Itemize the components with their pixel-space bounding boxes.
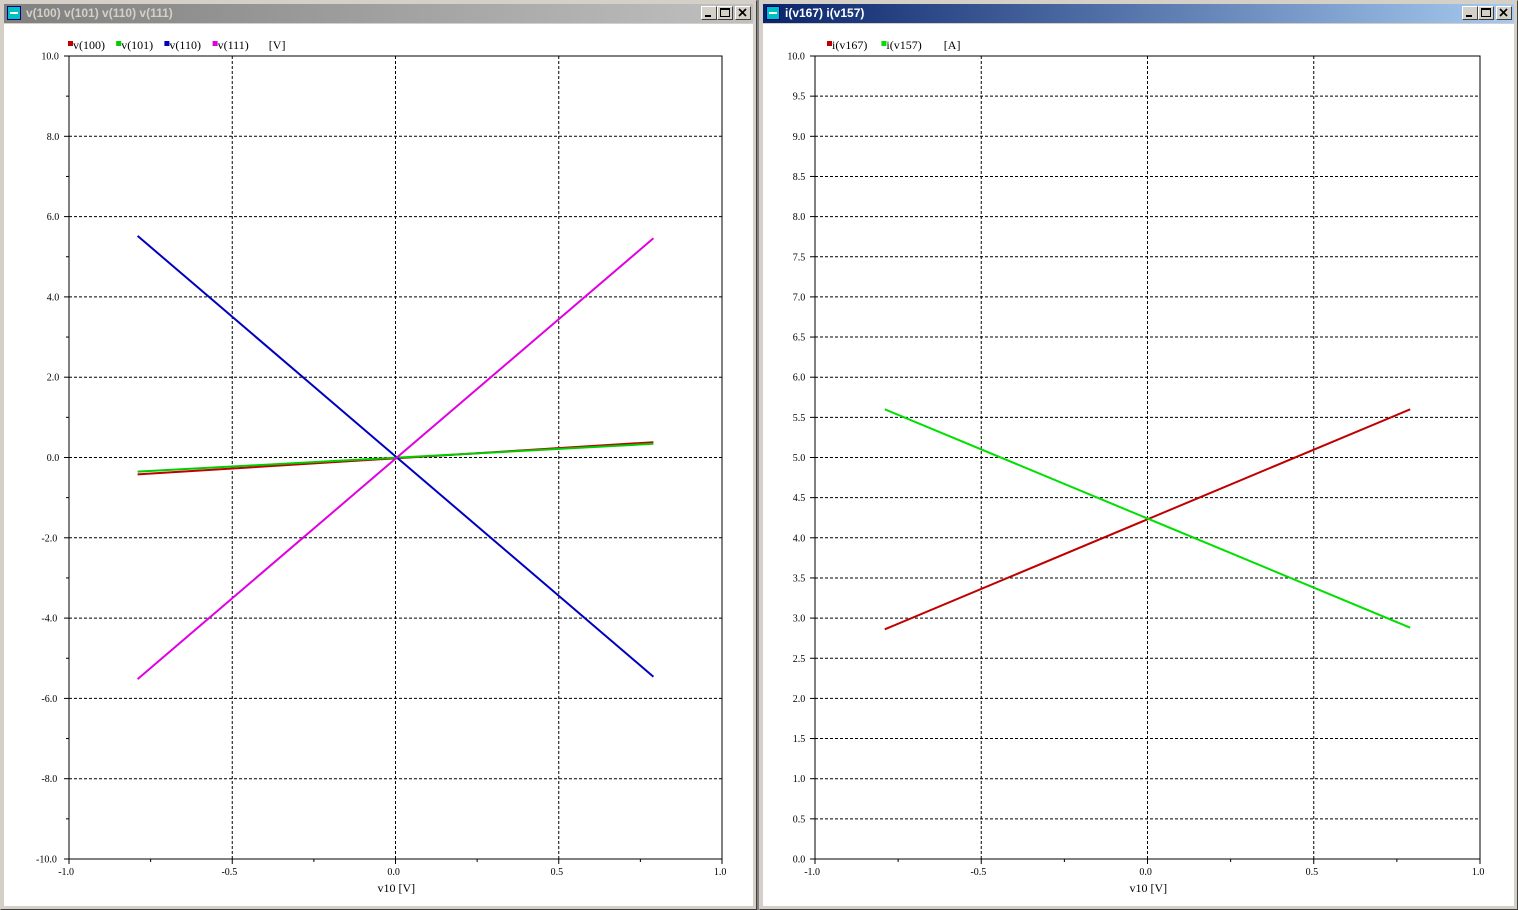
y-tick-label: 0.5 [793, 814, 806, 825]
app-icon[interactable] [766, 6, 780, 20]
title-bar[interactable]: i(v167) i(v157) [763, 4, 1514, 23]
x-tick-label: -0.5 [970, 867, 986, 878]
close-button[interactable] [735, 6, 751, 20]
y-tick-label: 4.5 [793, 493, 806, 504]
x-tick-label: 1.0 [1472, 867, 1485, 878]
app-icon[interactable] [7, 6, 21, 20]
y-tick-label: 8.0 [47, 132, 60, 143]
current-chart[interactable]: i(v167) i(v157) [A] 0.0 0.5 1.0 1.5 2.0 2.5 3.0 3.… [763, 24, 1516, 908]
y-tick-label: -8.0 [41, 774, 57, 785]
window-title: i(v167) i(v157) [785, 6, 865, 20]
y-tick-label: -4.0 [41, 614, 57, 625]
close-icon [738, 8, 747, 17]
y-tick-label: 5.5 [793, 413, 806, 424]
y-tick-label: 3.0 [793, 614, 806, 625]
y-tick-label: 6.5 [793, 333, 806, 344]
x-tick-label: 0.5 [551, 867, 564, 878]
plot-window-currents[interactable]: i(v167) i(v157) i(v167) i(v157) [A] 0.0 0.5 1… [759, 0, 1518, 910]
legend-label-i(v167): i(v167) [832, 38, 867, 52]
y-tick-label: 2.0 [793, 694, 806, 705]
minimize-icon [1466, 15, 1472, 17]
y-tick-label: 1.5 [793, 734, 806, 745]
maximize-button[interactable] [717, 6, 733, 20]
legend-label-v(111): v(111) [218, 38, 249, 52]
x-tick-label: -1.0 [58, 867, 74, 878]
x-axis-label: v10 [V] [1130, 881, 1168, 895]
y-tick-label: 9.5 [793, 92, 806, 103]
x-tick-label: -1.0 [804, 867, 820, 878]
x-tick-label: 1.0 [714, 867, 727, 878]
y-tick-label: -6.0 [41, 694, 57, 705]
legend-unit: [A] [944, 38, 961, 52]
y-tick-label: 10.0 [787, 52, 805, 63]
y-tick-label: 0.0 [793, 855, 806, 866]
legend-label-i(v157): i(v157) [886, 38, 921, 52]
plot-window-voltages[interactable]: v(100) v(101) v(110) v(111) v(100) v(101)… [0, 0, 757, 910]
y-tick-label: 8.0 [793, 212, 806, 223]
maximize-icon [720, 8, 730, 17]
y-tick-label: 2.0 [47, 373, 60, 384]
y-tick-label: 5.0 [793, 453, 806, 464]
title-bar[interactable]: v(100) v(101) v(110) v(111) [4, 4, 753, 23]
y-tick-label: 6.0 [793, 373, 806, 384]
x-axis-label: v10 [V] [378, 881, 416, 895]
x-tick-label: 0.0 [387, 867, 400, 878]
voltage-chart[interactable]: v(100) v(101) v(110) v(111) [V] -10.0 -8.0 -6.0… [4, 24, 755, 908]
y-tick-label: 6.0 [47, 212, 60, 223]
x-tick-label: 0.0 [1139, 867, 1152, 878]
y-tick-label: 4.0 [47, 292, 60, 303]
maximize-button[interactable] [1478, 6, 1494, 20]
legend-label-v(100): v(100) [73, 38, 105, 52]
minimize-button[interactable] [1462, 6, 1478, 20]
minimize-icon [705, 15, 711, 17]
x-tick-label: 0.5 [1306, 867, 1319, 878]
y-tick-label: 2.5 [793, 654, 806, 665]
y-tick-label: 8.5 [793, 172, 806, 183]
minimize-button[interactable] [701, 6, 717, 20]
maximize-icon [1481, 8, 1491, 17]
window-title: v(100) v(101) v(110) v(111) [26, 6, 173, 20]
legend-label-v(110): v(110) [169, 38, 201, 52]
y-tick-label: 9.0 [793, 132, 806, 143]
y-tick-label: 4.0 [793, 533, 806, 544]
y-tick-label: 7.5 [793, 252, 806, 263]
y-tick-label: -2.0 [41, 533, 57, 544]
y-tick-label: 3.5 [793, 573, 806, 584]
plot-area[interactable]: i(v167) i(v157) [A] 0.0 0.5 1.0 1.5 2.0 2.5 3.0 3.… [763, 24, 1514, 906]
y-tick-label: 7.0 [793, 292, 806, 303]
plot-area[interactable]: v(100) v(101) v(110) v(111) [V] -10.0 -8.0 -6.0… [4, 24, 753, 906]
y-tick-label: -10.0 [36, 855, 57, 866]
legend-label-v(101): v(101) [121, 38, 153, 52]
y-tick-label: 1.0 [793, 774, 806, 785]
close-icon [1499, 8, 1508, 17]
close-button[interactable] [1496, 6, 1512, 20]
y-tick-label: 10.0 [41, 52, 59, 63]
legend-unit: [V] [269, 38, 286, 52]
y-tick-label: 0.0 [47, 453, 60, 464]
x-tick-label: -0.5 [221, 867, 237, 878]
